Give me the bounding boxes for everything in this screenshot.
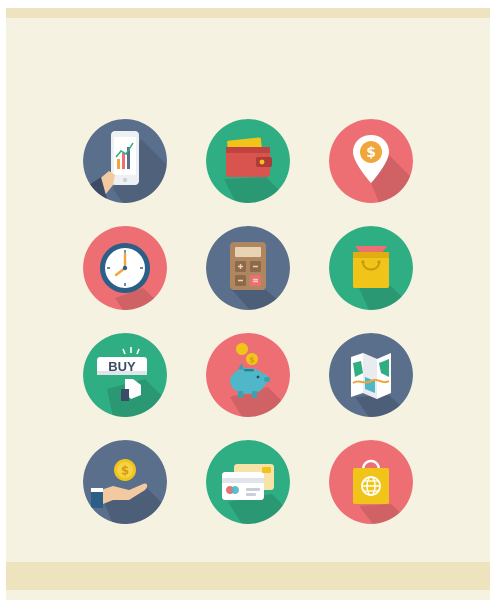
bottom-band: [6, 562, 490, 590]
clock-icon[interactable]: [83, 226, 167, 310]
location-dollar-pin-icon[interactable]: $: [329, 119, 413, 203]
calculator-icon[interactable]: [206, 226, 290, 310]
icon-grid: $ BUY $ $: [83, 119, 413, 524]
buy-button-icon[interactable]: BUY: [83, 333, 167, 417]
svg-text:$: $: [121, 464, 129, 478]
hand-coin-icon[interactable]: $: [83, 440, 167, 524]
global-shopping-bag-icon[interactable]: [329, 440, 413, 524]
buy-label: BUY: [108, 359, 136, 374]
folded-map-icon[interactable]: [329, 333, 413, 417]
piggy-bank-icon[interactable]: $: [206, 333, 290, 417]
top-band: [6, 8, 490, 18]
svg-text:$: $: [249, 356, 255, 365]
credit-cards-icon[interactable]: [206, 440, 290, 524]
svg-text:$: $: [366, 145, 376, 161]
wallet-icon[interactable]: [206, 119, 290, 203]
smartphone-chart-icon[interactable]: [83, 119, 167, 203]
shopping-bag-icon[interactable]: [329, 226, 413, 310]
